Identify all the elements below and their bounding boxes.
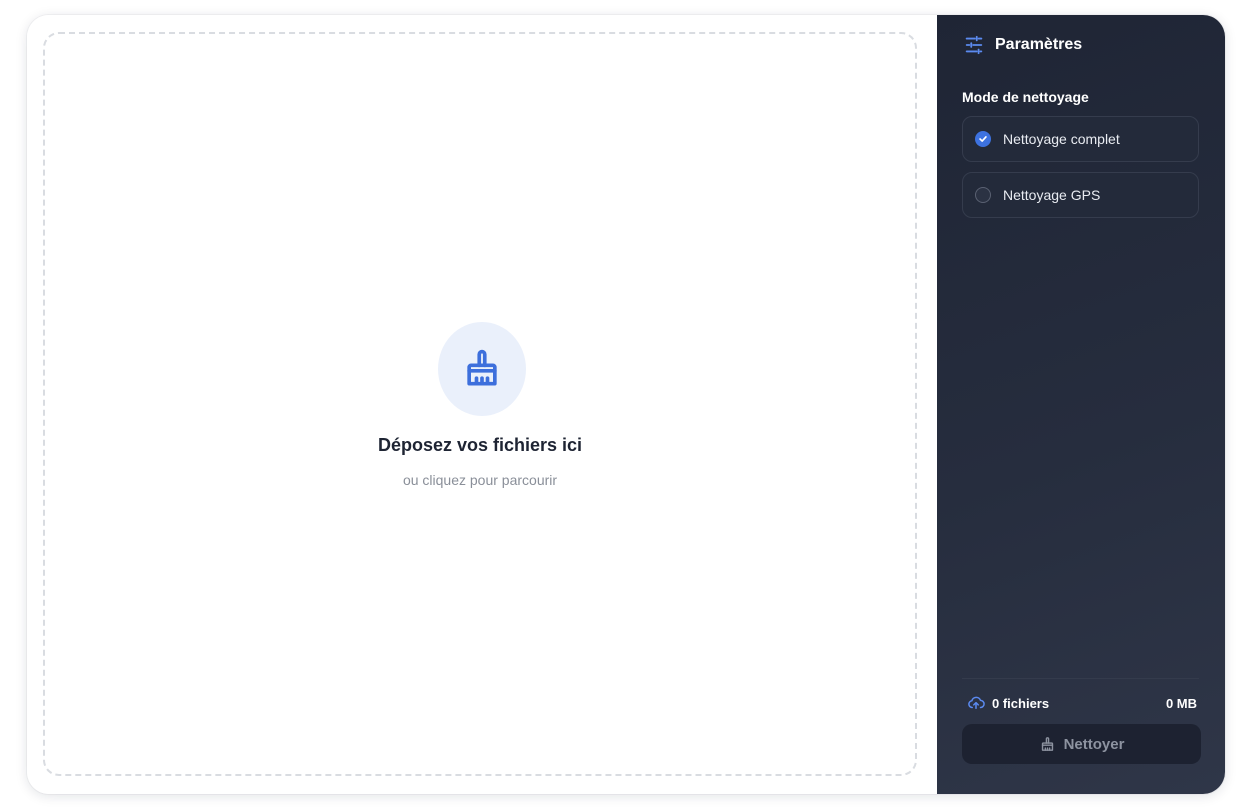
sidebar-divider [962, 678, 1199, 679]
option-gps-clean[interactable]: Nettoyage GPS [962, 172, 1199, 218]
clean-button[interactable]: Nettoyer [962, 724, 1201, 764]
broom-icon [467, 349, 497, 386]
check-icon [979, 136, 987, 142]
total-size: 0 MB [1165, 695, 1197, 711]
cleaning-mode-label: Mode de nettoyage [962, 89, 1089, 105]
option-label: Nettoyage GPS [1003, 187, 1101, 203]
app-window: Déposez vos fichiers ici ou cliquez pour… [27, 15, 1225, 794]
option-full-clean[interactable]: Nettoyage complet [962, 116, 1199, 162]
file-stats: 0 fichiers 0 MB [966, 693, 1197, 713]
dropzone-icon-badge [438, 322, 526, 416]
dropzone-subtitle: ou cliquez pour parcourir [402, 472, 558, 488]
radio-checked[interactable] [975, 131, 991, 147]
clean-button-label: Nettoyer [1063, 735, 1125, 753]
cloud-upload-icon [968, 696, 985, 709]
settings-sidebar: Paramètres Mode de nettoyage Nettoyage c… [937, 15, 1225, 794]
broom-icon [1041, 736, 1053, 751]
sidebar-title: Paramètres [995, 36, 1083, 53]
sliders-icon [965, 35, 983, 55]
sidebar-header: Paramètres [963, 34, 1082, 56]
file-count-group: 0 fichiers [966, 694, 1049, 712]
option-label: Nettoyage complet [1003, 131, 1120, 147]
file-dropzone[interactable]: Déposez vos fichiers ici ou cliquez pour… [43, 32, 917, 776]
file-count: 0 fichiers [992, 695, 1050, 711]
main-panel: Déposez vos fichiers ici ou cliquez pour… [27, 15, 937, 794]
dropzone-title: Déposez vos fichiers ici [377, 435, 583, 455]
radio-unchecked[interactable] [975, 187, 991, 203]
